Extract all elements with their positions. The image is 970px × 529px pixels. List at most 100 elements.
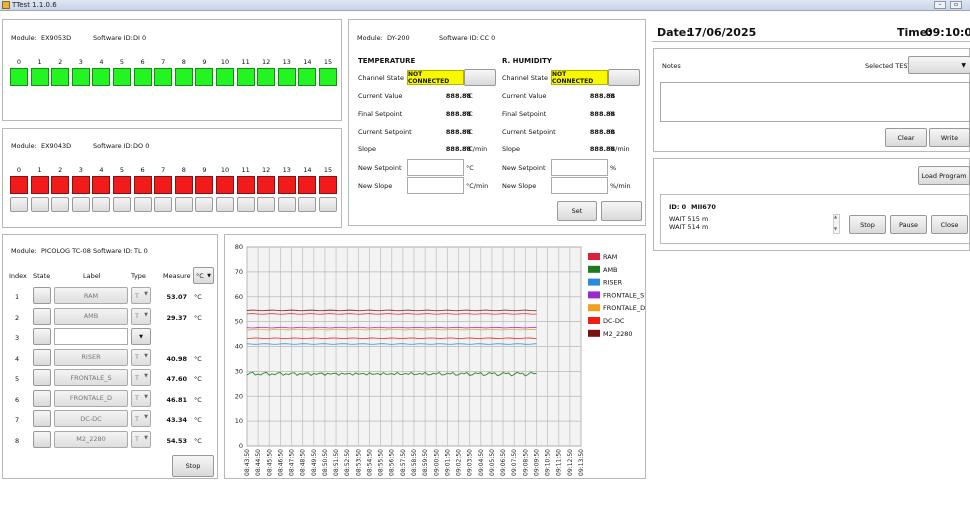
tc-type-select[interactable]: T ▼ xyxy=(131,430,151,448)
do-toggle-button[interactable] xyxy=(257,197,276,212)
tc-measure-unit: °C xyxy=(194,375,202,383)
steps-scrollbar[interactable]: ▲ ▼ xyxy=(833,214,840,234)
legend-swatch xyxy=(588,278,600,286)
tc-type-select[interactable]: T ▼ xyxy=(131,307,151,325)
col-index: Index xyxy=(9,272,27,280)
tc-type-select[interactable]: T ▼ xyxy=(131,410,151,427)
tc-row-index: 3 xyxy=(15,334,20,342)
program-panel: Load Program ID: 0 MII670 WAIT 515 m WAI… xyxy=(653,158,970,251)
di-sw-label: Software ID: xyxy=(93,34,133,42)
x-tick-label: 09:03:50 xyxy=(467,449,474,476)
tc-type-select[interactable]: T ▼ xyxy=(131,389,151,407)
program-close-button[interactable]: Close xyxy=(931,215,968,234)
tc-label-input[interactable] xyxy=(54,328,128,345)
do-toggle-button[interactable] xyxy=(133,197,152,212)
x-tick-label: 08:55:50 xyxy=(378,449,385,476)
tc-label-field[interactable]: DC-DC xyxy=(54,410,128,427)
x-tick-label: 09:01:50 xyxy=(444,449,451,476)
do-toggle-button[interactable] xyxy=(195,197,214,212)
thermo-stop-button[interactable]: Stop xyxy=(172,455,214,477)
do-toggle-button[interactable] xyxy=(10,197,28,212)
x-tick-label: 09:00:50 xyxy=(433,449,440,476)
do-toggle-button[interactable] xyxy=(92,197,111,212)
chevron-down-icon: ▼ xyxy=(144,311,148,318)
tc-type-select[interactable]: ▼ xyxy=(131,328,151,345)
tc-label-field[interactable]: RAM xyxy=(54,287,128,304)
tc-label-field[interactable]: FRONTALE_S xyxy=(54,369,128,386)
do-toggle-button[interactable] xyxy=(298,197,317,212)
notes-textarea[interactable] xyxy=(660,82,970,122)
climate-aux-button[interactable] xyxy=(601,201,642,221)
temperature-new-slope-input[interactable] xyxy=(407,177,464,194)
do-toggle-button[interactable] xyxy=(319,197,337,212)
selected-test-select[interactable]: ▼ xyxy=(908,56,970,74)
di-channel-number: 12 xyxy=(262,58,271,66)
tc-state-button[interactable] xyxy=(33,287,51,304)
tc-label-field[interactable]: RISER xyxy=(54,348,128,366)
scroll-down-icon[interactable]: ▼ xyxy=(834,226,837,231)
legend-swatch xyxy=(588,265,600,273)
do-toggle-button[interactable] xyxy=(277,197,296,212)
set-button[interactable]: Set xyxy=(557,201,597,221)
notes-panel: Notes Selected TEST ▼ Clear Write xyxy=(653,48,970,152)
tc-state-button[interactable] xyxy=(33,369,51,386)
tc-state-button[interactable] xyxy=(33,389,51,407)
do-toggle-button[interactable] xyxy=(113,197,131,212)
chevron-down-icon: ▼ xyxy=(144,352,148,359)
di-state-led xyxy=(154,68,173,86)
do-toggle-button[interactable] xyxy=(30,197,49,212)
tc-label-field[interactable]: FRONTALE_D xyxy=(54,389,128,407)
y-tick-label: 50 xyxy=(235,318,243,326)
di-channel-number: 11 xyxy=(241,58,250,66)
di-state-led xyxy=(195,68,214,86)
chevron-down-icon: ▼ xyxy=(144,414,148,420)
do-toggle-button[interactable] xyxy=(236,197,255,212)
scroll-up-icon[interactable]: ▲ xyxy=(834,214,837,219)
x-tick-label: 08:59:50 xyxy=(422,449,429,476)
do-toggle-button[interactable] xyxy=(174,197,193,212)
do-state-led xyxy=(216,176,234,194)
temperature-new-setpoint-label: New Setpoint xyxy=(358,164,402,172)
load-program-button[interactable]: Load Program xyxy=(918,166,970,185)
di-state-led xyxy=(30,68,49,86)
humidity-new-setpoint-input[interactable] xyxy=(551,159,608,176)
humidity-new-slope-label: New Slope xyxy=(502,182,537,190)
tc-label-field[interactable]: M2_2280 xyxy=(54,430,128,448)
clear-button[interactable]: Clear xyxy=(885,128,927,147)
di-state-led xyxy=(277,68,296,86)
tc-type-select[interactable]: T ▼ xyxy=(131,348,151,366)
cc-sw-label: Software ID: xyxy=(439,34,479,42)
x-tick-label: 08:52:50 xyxy=(344,449,351,476)
tc-row-index: 1 xyxy=(15,293,20,301)
tc-state-button[interactable] xyxy=(33,430,51,448)
write-button[interactable]: Write xyxy=(929,128,970,147)
program-pause-button[interactable]: Pause xyxy=(890,215,927,234)
temp-connect-button[interactable] xyxy=(464,69,496,86)
temperature-row-label: Slope xyxy=(358,145,377,154)
do-channel-number: 15 xyxy=(323,166,333,174)
tc-state-button[interactable] xyxy=(33,307,51,325)
tc-state-button[interactable] xyxy=(33,410,51,427)
di-channel-number: 0 xyxy=(16,58,22,66)
do-toggle-button[interactable] xyxy=(51,197,70,212)
tc-label-field[interactable]: AMB xyxy=(54,307,128,325)
humidity-new-slope-input[interactable] xyxy=(551,177,608,194)
col-type: Type xyxy=(131,272,146,280)
temperature-new-setpoint-input[interactable] xyxy=(407,159,464,176)
do-toggle-button[interactable] xyxy=(71,197,90,212)
program-stop-button[interactable]: Stop xyxy=(849,215,886,234)
humidity-title: R. HUMIDITY xyxy=(502,57,552,65)
do-toggle-button[interactable] xyxy=(216,197,234,212)
unit-select[interactable]: °C ▼ xyxy=(193,267,214,284)
tc-state-button[interactable] xyxy=(33,328,51,345)
restore-icon[interactable]: ▫ xyxy=(950,1,962,9)
window-title-bar: TTest 1.1.0.6 – ▫ xyxy=(0,0,970,11)
x-tick-label: 08:45:50 xyxy=(266,449,273,476)
minimize-icon[interactable]: – xyxy=(934,1,946,9)
tc-type-select[interactable]: T ▼ xyxy=(131,287,151,304)
datetime-header: Date: 17/06/2025 Time: 09:10:03 xyxy=(652,20,970,42)
do-toggle-button[interactable] xyxy=(154,197,173,212)
hum-connect-button[interactable] xyxy=(608,69,640,86)
tc-type-select[interactable]: T ▼ xyxy=(131,369,151,386)
tc-state-button[interactable] xyxy=(33,348,51,366)
